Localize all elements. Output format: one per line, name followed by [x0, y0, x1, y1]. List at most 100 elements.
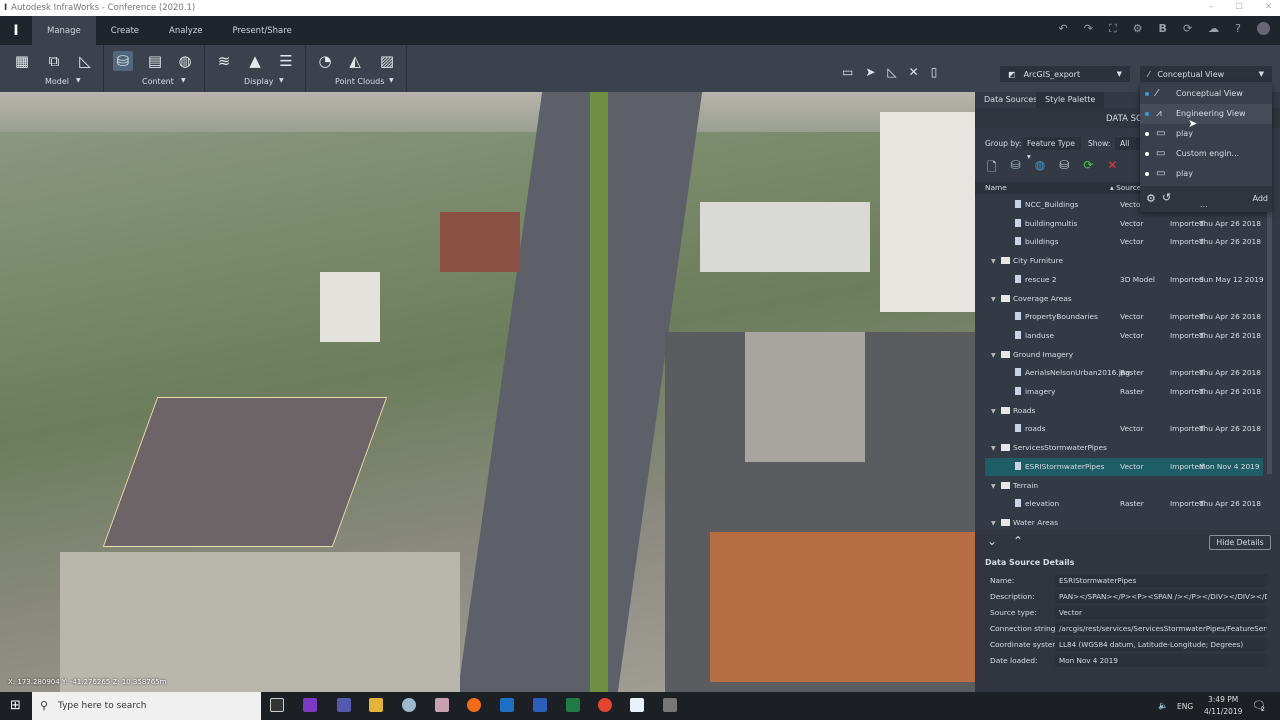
building-icon[interactable]: ▦ [12, 51, 32, 71]
view-dropdown[interactable]: ⁄ Conceptual View ▼ [1140, 66, 1272, 82]
drawing-icon[interactable]: ◺ [75, 51, 95, 71]
tree-item[interactable]: rescue 2 3D Model Imported Sun May 12 2019 [985, 271, 1264, 289]
bim360-icon[interactable]: B [1159, 22, 1167, 36]
taskbar-search-input[interactable]: ⚲ Type here to search [32, 692, 261, 720]
panel-icon[interactable]: ▯ [931, 65, 938, 79]
configure-icon[interactable]: ⛁ [1059, 158, 1069, 179]
list-icon[interactable]: ☰ [276, 51, 296, 71]
tab-analyze[interactable]: Analyze [154, 16, 218, 45]
tree-folder[interactable]: ▼ Coverage Areas [985, 290, 1263, 308]
tree-folder[interactable]: ▼ Roads [985, 402, 1263, 420]
tree-item[interactable]: imagery Raster Imported Thu Apr 26 2018 [985, 383, 1263, 401]
tab-present-share[interactable]: Present/Share [218, 16, 307, 45]
expand-triangle-icon[interactable]: ▼ [991, 291, 1001, 309]
database-import-icon[interactable]: ⛁ [113, 51, 133, 71]
clock-time[interactable]: 3:49 PM [1208, 695, 1238, 704]
avatar[interactable] [1257, 22, 1270, 35]
gear-icon[interactable]: ⚙ [1146, 192, 1156, 205]
tab-create[interactable]: Create [96, 16, 154, 45]
reset-icon[interactable]: ↺ [1162, 191, 1171, 204]
refresh-icon[interactable]: ⟳ [1083, 158, 1093, 179]
maximize-button[interactable]: ☐ [1235, 2, 1243, 12]
tree-item[interactable]: ESRIStormwaterPipes Vector Imported Mon Nov… [985, 457, 1263, 476]
expand-triangle-icon[interactable]: ▼ [991, 440, 1001, 458]
content-group-label[interactable]: Content [142, 77, 174, 86]
stack-icon[interactable]: ≋ [214, 51, 234, 71]
expand-triangle-icon[interactable]: ▼ [991, 403, 1001, 421]
more-button[interactable]: ... [1200, 200, 1208, 209]
tree-item[interactable]: landuse Vector Imported Thu Apr 26 2018 [985, 327, 1263, 345]
windows-start-icon[interactable]: ⊞ [10, 698, 21, 713]
delete-icon[interactable]: ✕ [1107, 158, 1117, 179]
volume-icon[interactable]: 🔈 [1158, 701, 1168, 710]
model-group-label[interactable]: Model [45, 77, 69, 86]
view-menu-item[interactable]: ⩘ Engineering View [1140, 104, 1272, 124]
new-file-icon[interactable]: 🗋 [987, 158, 997, 179]
undo-icon[interactable]: ↶ [1059, 22, 1068, 36]
outlook-icon[interactable] [500, 698, 514, 712]
tree-item[interactable]: AerialsNelsonUrban2016.jpg Raster Imported… [985, 364, 1263, 382]
teams-icon[interactable] [337, 698, 351, 712]
chevron-down-icon[interactable]: ▼ [279, 77, 284, 84]
app-menu-icon[interactable]: I [0, 23, 32, 39]
help-icon[interactable]: ? [1235, 22, 1241, 36]
add-database-icon[interactable]: ⛁ [1011, 158, 1021, 179]
pointcloud-icon[interactable]: ◔ [315, 51, 335, 71]
snipping-icon[interactable] [435, 698, 449, 712]
tree-item[interactable]: buildingmultis Vector Imported Thu Apr 26 2… [985, 215, 1263, 233]
tree-item[interactable]: elevation Raster Imported Thu Apr 26 2018 [985, 495, 1263, 513]
chrome-icon[interactable] [598, 698, 612, 712]
name-column-header[interactable]: Name [985, 182, 1007, 194]
chevron-down-icon[interactable]: ▼ [76, 77, 81, 84]
close-button[interactable]: ✕ [1265, 2, 1272, 12]
expand-triangle-icon[interactable]: ▼ [991, 478, 1001, 496]
layers-icon[interactable]: ⧉ [44, 51, 64, 71]
globe-icon[interactable]: ◍ [175, 51, 195, 71]
point-clouds-group-label[interactable]: Point Clouds [335, 77, 384, 86]
clock-date[interactable]: 4/11/2019 [1204, 707, 1242, 716]
calculator-icon[interactable]: ▤ [145, 51, 165, 71]
collapse-all-icon[interactable]: ⌃ [1013, 534, 1023, 548]
add-style-button[interactable]: Add [1253, 194, 1269, 203]
view-menu-item[interactable]: ▭ play [1140, 164, 1272, 184]
tree-scrollbar[interactable] [1267, 194, 1272, 474]
3d-viewport[interactable]: X: 173.280904 Y: -41.276265 Z: 10.358765… [0, 92, 975, 692]
proposal-dropdown[interactable]: ◩ ArcGIS_export ▼ [1000, 66, 1130, 82]
minimize-button[interactable]: – [1209, 2, 1213, 12]
cloud-icon[interactable]: ☁ [1208, 22, 1219, 36]
language-indicator[interactable]: ENG [1177, 702, 1193, 711]
expand-triangle-icon[interactable]: ▼ [991, 253, 1001, 271]
app-icon[interactable] [663, 698, 677, 712]
redo-icon[interactable]: ↷ [1084, 22, 1093, 36]
hide-details-button[interactable]: Hide Details [1209, 535, 1271, 550]
expand-all-icon[interactable]: ⌄ [987, 534, 997, 548]
onenote-icon[interactable] [303, 698, 317, 712]
viewpoint-icon[interactable]: ▭ [842, 65, 853, 79]
tree-folder[interactable]: ▼ Terrain [985, 477, 1263, 495]
task-view-icon[interactable] [270, 698, 284, 712]
display-group-label[interactable]: Display [244, 77, 274, 86]
app-icon[interactable] [402, 698, 416, 712]
firefox-icon[interactable] [467, 698, 481, 712]
pointcloud-hatch-icon[interactable]: ▨ [377, 51, 397, 71]
word-icon[interactable] [533, 698, 547, 712]
tree-folder[interactable]: ▼ ServicesStormwaterPipes [985, 439, 1263, 457]
chevron-down-icon[interactable]: ▼ [389, 77, 394, 84]
expand-triangle-icon[interactable]: ▼ [991, 347, 1001, 365]
view-menu-item[interactable]: ▭ Custom engin... [1140, 144, 1272, 164]
sync-icon[interactable]: ⟳ [1183, 22, 1192, 36]
pointcloud-terrain-icon[interactable]: ◭ [345, 51, 365, 71]
tree-item[interactable]: PropertyBoundaries Vector Imported Thu Apr … [985, 308, 1263, 326]
chevron-down-icon[interactable]: ▼ [181, 77, 186, 84]
tree-folder[interactable]: ▼ City Furniture [985, 252, 1263, 270]
excel-icon[interactable] [566, 698, 580, 712]
settings-icon[interactable]: ⚙ [1133, 22, 1143, 36]
select-icon[interactable]: ➤ [865, 65, 875, 79]
tools-icon[interactable]: ✕ [909, 65, 919, 79]
tree-item[interactable]: roads Vector Imported Thu Apr 26 2018 [985, 420, 1263, 438]
view-menu-item[interactable]: ▭ play [1140, 124, 1272, 144]
infraworks-icon[interactable] [630, 698, 644, 712]
tab-style-palette[interactable]: Style Palette [1036, 92, 1105, 108]
fit-view-icon[interactable]: ⛶ [1109, 22, 1117, 36]
group-by-dropdown[interactable]: Feature Type ▾ [1023, 137, 1081, 161]
